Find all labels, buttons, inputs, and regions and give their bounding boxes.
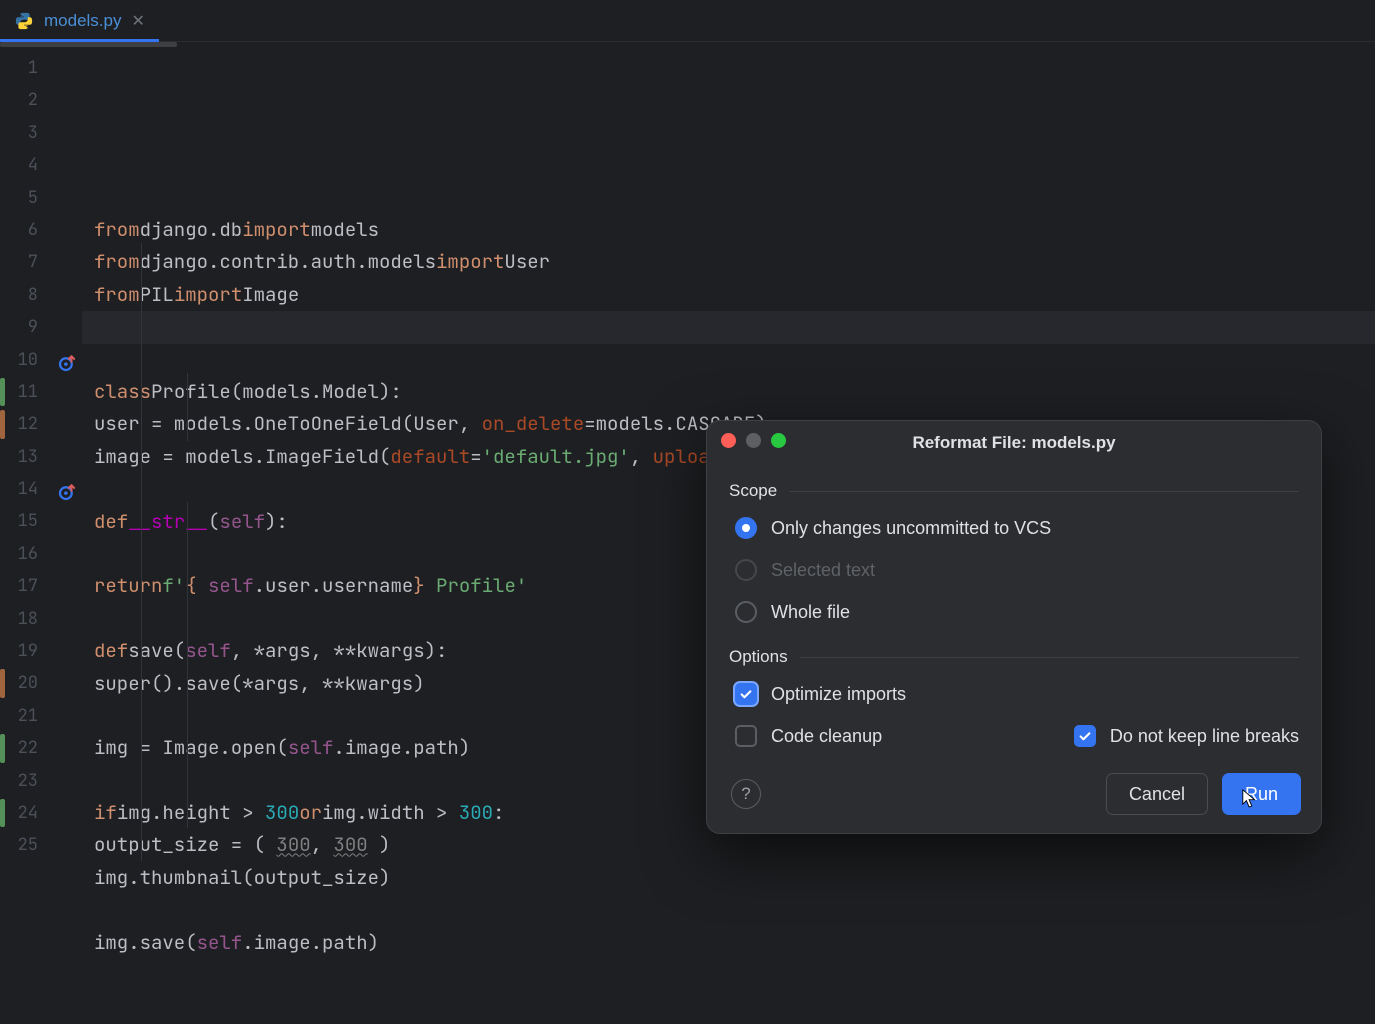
line-number[interactable]: 11 bbox=[0, 376, 82, 408]
override-gutter-icon[interactable] bbox=[58, 351, 76, 369]
code-line[interactable]: from django.db import models bbox=[82, 214, 1375, 246]
code-line[interactable]: img.thumbnail(output_size) bbox=[82, 862, 1375, 894]
code-line[interactable]: output_size = ( 300, 300 ) bbox=[82, 829, 1375, 861]
line-number[interactable]: 13 bbox=[0, 441, 82, 473]
line-number[interactable]: 22 bbox=[0, 732, 82, 764]
line-number[interactable]: 12 bbox=[0, 408, 82, 440]
line-number[interactable]: 21 bbox=[0, 700, 82, 732]
vcs-change-marker[interactable] bbox=[0, 669, 5, 697]
indent-guide bbox=[187, 502, 188, 828]
option-no-line-breaks[interactable]: Do not keep line breaks bbox=[1068, 715, 1299, 757]
tab-scroll-indicator bbox=[0, 42, 177, 47]
line-number[interactable]: 2 bbox=[0, 84, 82, 116]
radio-icon bbox=[735, 559, 757, 581]
line-number[interactable]: 1 bbox=[0, 52, 82, 84]
code-line[interactable] bbox=[82, 344, 1375, 376]
checkbox-icon bbox=[1074, 725, 1096, 747]
help-button[interactable]: ? bbox=[731, 779, 761, 809]
line-number[interactable]: 7 bbox=[0, 246, 82, 278]
checkbox-icon bbox=[735, 725, 757, 747]
dialog-title: Reformat File: models.py bbox=[912, 433, 1115, 453]
reformat-file-dialog: Reformat File: models.py Scope Only chan… bbox=[706, 420, 1322, 834]
scope-radio-selected-text: Selected text bbox=[729, 549, 1299, 591]
code-line[interactable]: img.save(self.image.path) bbox=[82, 927, 1375, 959]
checkbox-icon bbox=[735, 683, 757, 705]
code-line[interactable] bbox=[82, 894, 1375, 926]
line-number[interactable]: 16 bbox=[0, 538, 82, 570]
line-number[interactable]: 8 bbox=[0, 279, 82, 311]
indent-guide bbox=[187, 373, 188, 441]
line-number[interactable]: 25 bbox=[0, 829, 82, 861]
line-number[interactable]: 9 bbox=[0, 311, 82, 343]
line-number[interactable]: 10 bbox=[0, 344, 82, 376]
scope-section-label: Scope bbox=[729, 481, 1299, 501]
line-number[interactable]: 20 bbox=[0, 667, 82, 699]
window-zoom-icon[interactable] bbox=[771, 433, 786, 448]
tab-models-py[interactable]: models.py ✕ bbox=[0, 0, 159, 41]
code-line[interactable]: from PIL import Image bbox=[82, 279, 1375, 311]
code-line[interactable] bbox=[82, 959, 1375, 991]
line-number[interactable]: 14 bbox=[0, 473, 82, 505]
dialog-titlebar[interactable]: Reformat File: models.py bbox=[707, 421, 1321, 465]
option-code-cleanup[interactable]: Code cleanup bbox=[729, 715, 882, 757]
radio-icon bbox=[735, 517, 757, 539]
scope-radio-whole-file[interactable]: Whole file bbox=[729, 591, 1299, 633]
line-number[interactable]: 4 bbox=[0, 149, 82, 181]
vcs-change-marker[interactable] bbox=[0, 799, 5, 827]
option-optimize-imports[interactable]: Optimize imports bbox=[729, 673, 1299, 715]
window-traffic-lights[interactable] bbox=[721, 433, 786, 448]
editor-tab-bar: models.py ✕ bbox=[0, 0, 1375, 42]
vcs-change-marker[interactable] bbox=[0, 734, 5, 762]
line-number[interactable]: 3 bbox=[0, 117, 82, 149]
line-number[interactable]: 23 bbox=[0, 765, 82, 797]
python-file-icon bbox=[14, 11, 34, 31]
line-number[interactable]: 18 bbox=[0, 603, 82, 635]
options-section-label: Options bbox=[729, 647, 1299, 667]
cancel-button[interactable]: Cancel bbox=[1106, 773, 1208, 815]
line-number[interactable]: 6 bbox=[0, 214, 82, 246]
override-gutter-icon[interactable] bbox=[58, 480, 76, 498]
code-line[interactable]: class Profile(models.Model): bbox=[82, 376, 1375, 408]
mouse-cursor-icon bbox=[1241, 788, 1259, 810]
line-number[interactable]: 24 bbox=[0, 797, 82, 829]
line-number[interactable]: 5 bbox=[0, 182, 82, 214]
radio-icon bbox=[735, 601, 757, 623]
line-number[interactable]: 17 bbox=[0, 570, 82, 602]
vcs-change-marker[interactable] bbox=[0, 410, 5, 438]
vcs-change-marker[interactable] bbox=[0, 378, 5, 406]
code-line[interactable] bbox=[82, 311, 1375, 343]
indent-guide bbox=[141, 243, 142, 861]
window-minimize-icon[interactable] bbox=[746, 433, 761, 448]
line-number[interactable]: 19 bbox=[0, 635, 82, 667]
close-icon[interactable]: ✕ bbox=[131, 11, 144, 31]
editor-gutter: 1234567891011121314151617181920212223242… bbox=[0, 48, 82, 919]
tab-filename: models.py bbox=[44, 11, 121, 31]
line-number[interactable]: 15 bbox=[0, 505, 82, 537]
scope-radio-vcs[interactable]: Only changes uncommitted to VCS bbox=[729, 507, 1299, 549]
window-close-icon[interactable] bbox=[721, 433, 736, 448]
run-button[interactable]: Run bbox=[1222, 773, 1301, 815]
code-line[interactable]: from django.contrib.auth.models import U… bbox=[82, 246, 1375, 278]
code-line[interactable] bbox=[82, 991, 1375, 1023]
